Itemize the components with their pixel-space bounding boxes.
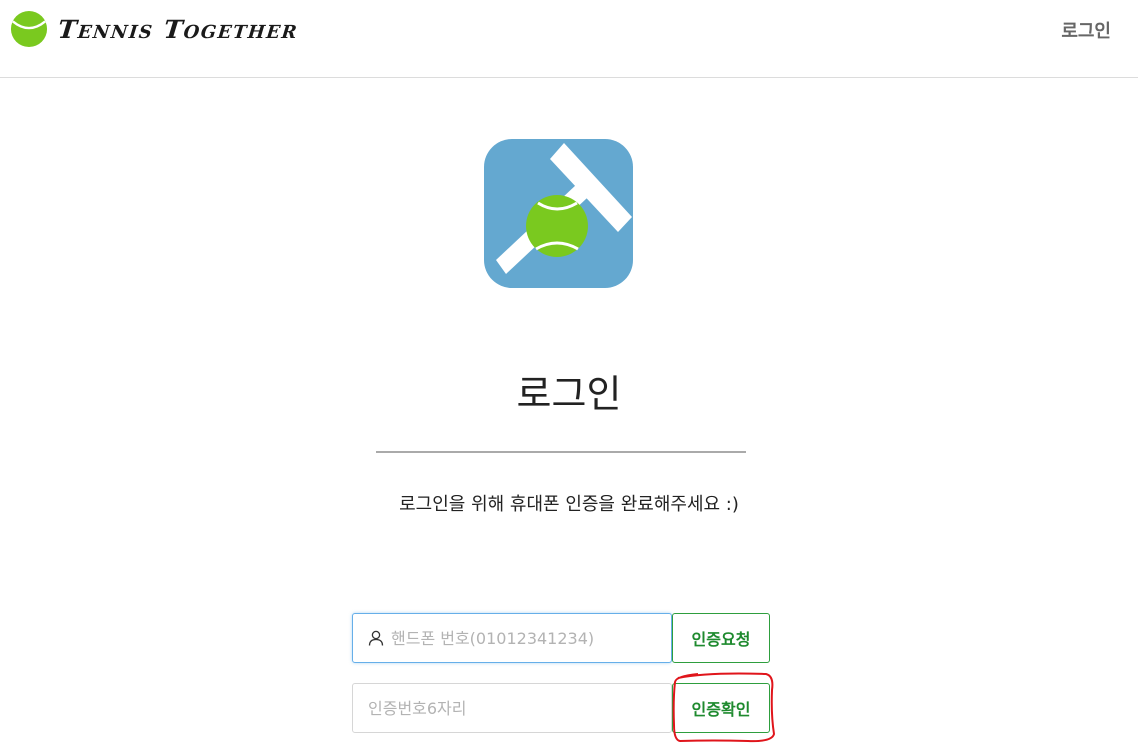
brand-name: Tennis Together xyxy=(56,14,300,44)
user-icon xyxy=(368,630,384,646)
page-title: 로그인 xyxy=(516,372,622,416)
brand-logo-link[interactable]: Tennis Together xyxy=(10,10,300,48)
nav-login-link[interactable]: 로그인 xyxy=(1061,17,1111,43)
phone-field xyxy=(352,613,672,663)
request-verification-button[interactable]: 인증요청 xyxy=(672,613,770,663)
login-instruction: 로그인을 위해 휴대폰 인증을 완료해주세요 :) xyxy=(399,494,739,515)
tennis-ball-icon xyxy=(10,10,48,48)
tennis-racket-ball-app-icon xyxy=(484,139,633,288)
app-logo xyxy=(484,139,633,288)
top-navbar: Tennis Together 로그인 xyxy=(0,0,1138,78)
phone-input[interactable] xyxy=(385,614,671,662)
code-field xyxy=(352,683,672,733)
confirm-verification-button[interactable]: 인증확인 xyxy=(672,683,770,733)
verification-code-input[interactable] xyxy=(353,684,671,732)
title-divider xyxy=(376,451,746,453)
